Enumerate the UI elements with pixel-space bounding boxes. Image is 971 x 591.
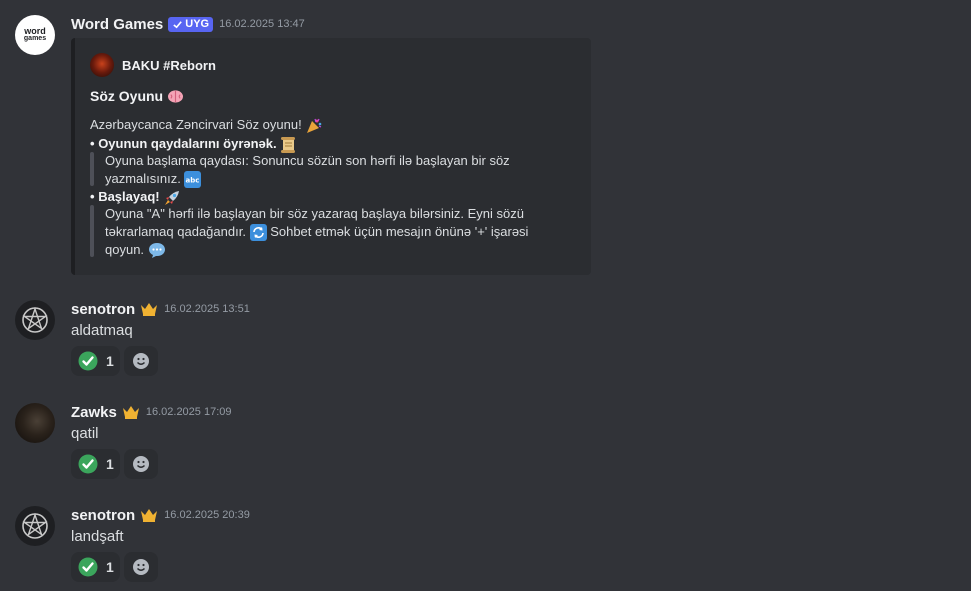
avatar[interactable] (15, 506, 55, 546)
brain-emoji (168, 89, 184, 103)
add-reaction-button[interactable] (124, 449, 158, 479)
username[interactable]: Zawks (71, 404, 117, 421)
check-mark-button-emoji (78, 454, 98, 474)
message-zawks: Zawks 16.02.2025 17:09 qatil 1 (0, 403, 971, 483)
embed-intro-text: Azərbaycanca Zəncirvari Söz oyunu! (90, 117, 302, 132)
check-mark-button-emoji (78, 557, 98, 577)
embed: BAKU #Reborn Söz Oyunu Azərbaycanca Zənc… (71, 38, 591, 275)
pentagram-icon (22, 306, 48, 333)
embed-author: BAKU #Reborn (90, 53, 216, 77)
timestamp[interactable]: 16.02.2025 13:47 (219, 18, 305, 30)
avatar[interactable] (15, 403, 55, 443)
check-mark-button-emoji (78, 351, 98, 371)
add-reaction-button[interactable] (124, 346, 158, 376)
message-content: qatil (71, 425, 99, 442)
bullet-2-line-2-row: təkrarlamaq qadağandır. Sohbet etmək üçü… (105, 223, 545, 242)
reaction-count: 1 (106, 353, 114, 369)
abc-emoji: abc (184, 171, 202, 189)
bullet-1-marker: • (90, 136, 95, 151)
bullet-2-line-2b: Sohbet etmək üçün mesajın önünə '+' işar… (270, 224, 529, 239)
crown-icon (141, 509, 158, 522)
quote-bar-1 (90, 152, 94, 186)
bullet-1-line-2: yazmalısınız. (105, 171, 181, 186)
reaction-check[interactable]: 1 (71, 449, 120, 479)
embed-author-avatar (90, 53, 114, 77)
message-word-games: word games Word Games UYG 16.02.2025 13:… (0, 14, 971, 279)
reaction-check[interactable]: 1 (71, 346, 120, 376)
username[interactable]: Word Games (71, 16, 163, 33)
bullet-1: • Oyunun qaydalarını öyrənək. (90, 135, 296, 154)
reaction-check[interactable]: 1 (71, 552, 120, 582)
message-header: senotron 16.02.2025 20:39 (71, 505, 250, 525)
timestamp[interactable]: 16.02.2025 13:51 (164, 303, 250, 315)
crown-icon (122, 406, 139, 419)
bullet-1-line-1: Oyuna başlama qaydası: Sonuncu sözün son… (105, 153, 510, 168)
bullet-2-marker: • (90, 189, 95, 204)
message-header: senotron 16.02.2025 13:51 (71, 299, 250, 319)
bullet-2: • Başlayaq! (90, 188, 181, 207)
timestamp[interactable]: 16.02.2025 20:39 (164, 509, 250, 521)
message-senotron-1: senotron 16.02.2025 13:51 aldatmaq 1 (0, 300, 971, 380)
timestamp[interactable]: 16.02.2025 17:09 (146, 406, 232, 418)
username[interactable]: senotron (71, 301, 135, 318)
bullet-2-line-1: Oyuna "A" hərfi ilə başlayan bir söz yaz… (105, 206, 524, 221)
embed-author-name: BAKU #Reborn (122, 57, 216, 73)
embed-intro: Azərbaycanca Zəncirvari Söz oyunu! (90, 116, 323, 135)
username[interactable]: senotron (71, 507, 135, 524)
avatar-text-games: games (23, 35, 47, 42)
add-reaction-button[interactable] (124, 552, 158, 582)
bullet-2-line-3-row: qoyun. (105, 241, 545, 259)
avatar[interactable] (15, 300, 55, 340)
reaction-count: 1 (106, 559, 114, 575)
bullet-1-title: Oyunun qaydalarını öyrənək. (98, 136, 277, 151)
quote-bar-2 (90, 205, 94, 257)
message-header: Zawks 16.02.2025 17:09 (71, 402, 232, 422)
message-senotron-2: senotron 16.02.2025 20:39 landşaft 1 (0, 506, 971, 586)
party-popper-emoji (307, 118, 322, 133)
avatar[interactable]: word games (15, 15, 55, 55)
message-content: landşaft (71, 528, 124, 545)
embed-title-text: Söz Oyunu (90, 88, 164, 104)
badge-label: UYG (185, 18, 210, 30)
bullet-1-line-2-row: yazmalısınız. abc (105, 170, 545, 189)
add-reaction-icon (133, 456, 149, 472)
message-content: aldatmaq (71, 322, 133, 339)
app-badge[interactable]: UYG (168, 16, 214, 32)
speech-bubble-emoji (148, 243, 165, 259)
bullet-2-title: Başlayaq! (98, 189, 160, 204)
scroll-emoji (281, 136, 296, 153)
embed-title: Söz Oyunu (90, 88, 184, 104)
svg-text:abc: abc (186, 177, 200, 185)
bullet-2-line-2: təkrarlamaq qadağandır. (105, 224, 246, 239)
bullet-2-text: Oyuna "A" hərfi ilə başlayan bir söz yaz… (105, 205, 545, 259)
add-reaction-icon (133, 559, 149, 575)
message-header: Word Games UYG 16.02.2025 13:47 (71, 14, 305, 34)
bullet-2-line-3: qoyun. (105, 242, 145, 258)
bullet-1-text: Oyuna başlama qaydası: Sonuncu sözün son… (105, 152, 545, 189)
add-reaction-icon (133, 353, 149, 369)
crown-icon (141, 303, 158, 316)
rocket-emoji (165, 190, 180, 205)
check-icon (173, 20, 183, 28)
avatar-text-word: word (24, 26, 46, 36)
repeat-emoji (249, 224, 267, 242)
pentagram-icon (22, 512, 48, 539)
reaction-count: 1 (106, 456, 114, 472)
